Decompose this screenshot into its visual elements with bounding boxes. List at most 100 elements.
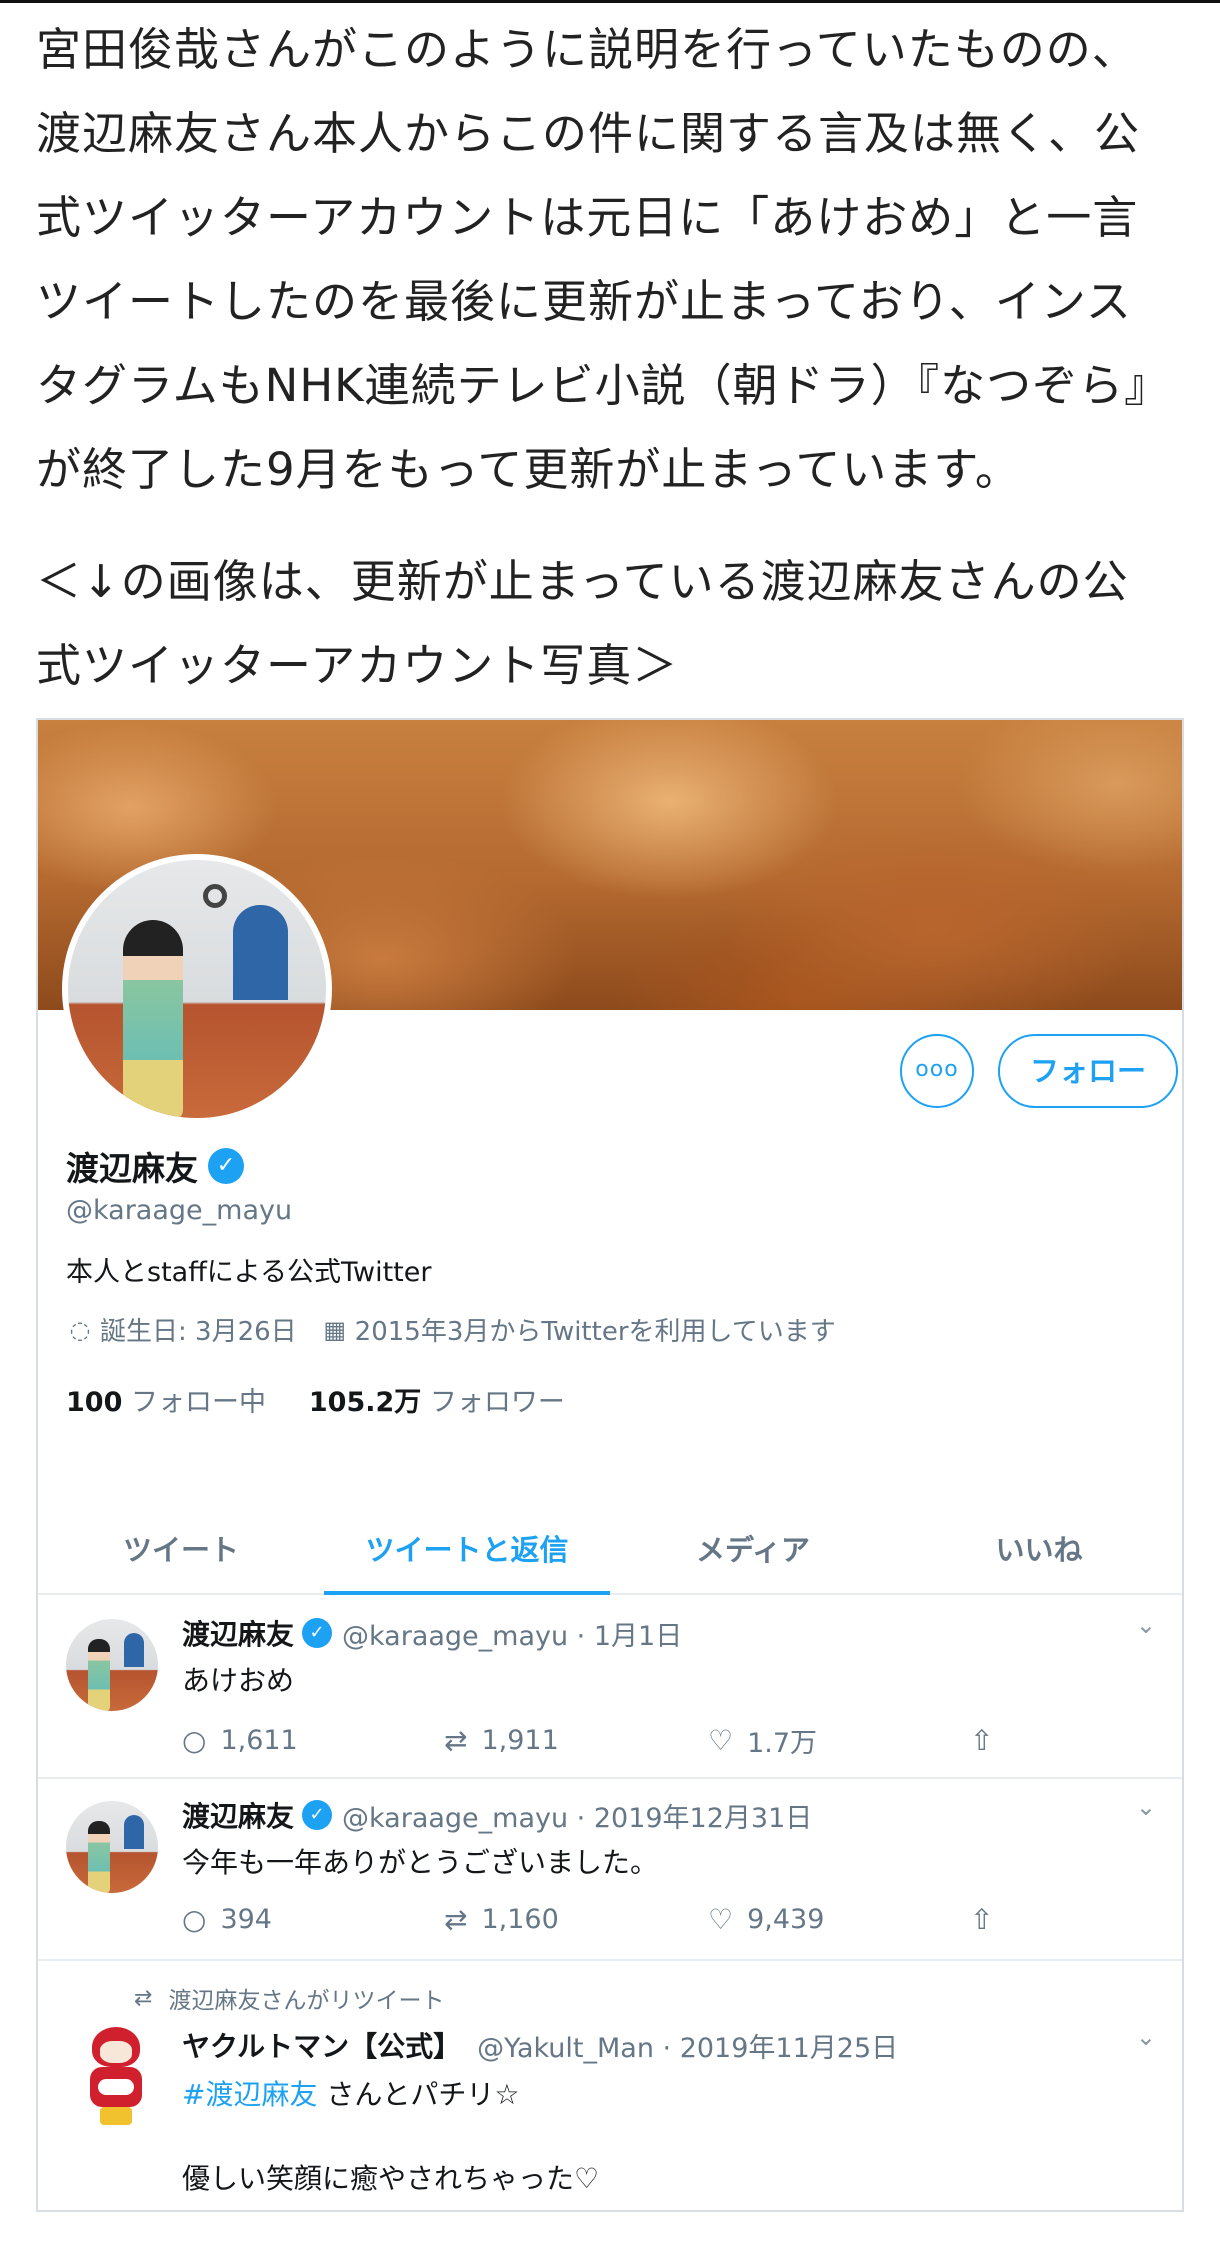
avatar-person-shape [123, 920, 183, 1118]
article-line: 式ツイッターアカウント写真＞ [36, 639, 679, 692]
tweet-avatar[interactable] [66, 1801, 158, 1893]
avatar-person-shape [88, 1821, 110, 1893]
tweet-author-name[interactable]: 渡辺麻友 [182, 1613, 294, 1653]
heart-icon: ♡ [708, 1724, 734, 1757]
like-count: 1.7万 [747, 1728, 818, 1759]
profile-avatar[interactable] [62, 854, 332, 1124]
followers-count: 105.2万 [308, 1387, 422, 1418]
heart-icon: ♡ [708, 1903, 734, 1936]
yakultman-avatar[interactable] [74, 2027, 158, 2127]
profile-name: 渡辺麻友 [66, 1149, 198, 1188]
tweet-meta: @karaage_mayu · 2019年12月31日 [342, 1802, 813, 1834]
profile-meta: ◌ 誕生日: 3月26日 ▦ 2015年3月からTwitterを利用しています [66, 1311, 836, 1348]
article-line: 宮田俊哉さんがこのように説明を行っていたものの、 [36, 23, 1138, 76]
avatar-shape [100, 2041, 132, 2063]
retweet-icon: ⇄ [444, 1903, 468, 1936]
tweet-item[interactable]: 渡辺麻友 ✓ @karaage_mayu · 1月1日 ⌄ あけおめ ○ 1,61… [38, 1597, 1182, 1779]
article-line: ＜↓の画像は、更新が止まっている渡辺麻友さんの公 [36, 555, 1129, 608]
avatar-shape [98, 2079, 134, 2095]
tweet-meta: @Yakult_Man · 2019年11月25日 [477, 2032, 899, 2064]
tweet-text: #渡辺麻友 さんとパチリ☆ [182, 2073, 519, 2113]
verified-badge-icon: ✓ [208, 1148, 244, 1184]
tweet-item[interactable]: ⇄ 渡辺麻友さんがリツイート ヤクルトマン【公式】 @Yakult_Man · … [38, 1961, 1182, 2210]
retweet-context-label[interactable]: 渡辺麻友さんがリツイート [168, 1981, 444, 2015]
profile-handle: @karaage_mayu [66, 1195, 293, 1226]
tweet-text-rest: さんとパチリ☆ [317, 2078, 520, 2111]
share-button[interactable]: ⇧ [970, 1724, 1007, 1757]
followers-link[interactable]: 105.2万 フォロワー [309, 1387, 565, 1418]
following-link[interactable]: 100 フォロー中 [66, 1387, 266, 1418]
more-options-button[interactable]: ooo [900, 1034, 974, 1108]
like-button[interactable]: ♡ 1.7万 [708, 1721, 970, 1760]
retweet-context: ⇄ 渡辺麻友さんがリツイート [134, 1981, 444, 2015]
share-button[interactable]: ⇧ [970, 1903, 1007, 1936]
article-line: が終了した9月をもって更新が止まっています。 [36, 443, 1021, 496]
tab-likes[interactable]: いいね [896, 1515, 1182, 1593]
reply-button[interactable]: ○ 1,611 [182, 1724, 444, 1757]
verified-badge-icon: ✓ [302, 1618, 333, 1648]
profile-counts: 100 フォロー中 105.2万 フォロワー [66, 1380, 565, 1419]
article-line: 式ツイッターアカウントは元日に「あけおめ」と一言 [36, 191, 1139, 244]
profile-name-row: 渡辺麻友 ✓ [66, 1142, 244, 1190]
chevron-down-icon[interactable]: ⌄ [1136, 1611, 1156, 1639]
follow-button[interactable]: フォロー [998, 1034, 1178, 1108]
tweet-text: あけおめ [182, 1664, 295, 1697]
article-paragraph-1: 宮田俊哉さんがこのように説明を行っていたものの、 渡辺麻友さん本人からこの件に関… [36, 8, 1186, 512]
calendar-icon: ▦ [323, 1315, 346, 1344]
share-icon: ⇧ [970, 1903, 994, 1936]
article-paragraph-2: ＜↓の画像は、更新が止まっている渡辺麻友さんの公 式ツイッターアカウント写真＞ [36, 540, 1186, 708]
share-icon: ⇧ [970, 1724, 994, 1757]
retweet-icon: ⇄ [134, 1985, 153, 2011]
top-border [0, 0, 1220, 3]
like-count: 9,439 [747, 1904, 825, 1935]
profile-birthday: 誕生日: 3月26日 [100, 1317, 297, 1347]
following-count: 100 [66, 1387, 123, 1418]
tweet-header: 渡辺麻友 ✓ @karaage_mayu · 1月1日 [182, 1613, 682, 1653]
tweet-text-line-2: 優しい笑顔に癒やされちゃった♡ [182, 2162, 600, 2195]
following-label: フォロー中 [130, 1387, 266, 1418]
tweet-actions: ○ 394 ⇄ 1,160 ♡ 9,439 ⇧ [182, 1903, 1007, 1936]
tweet-item[interactable]: 渡辺麻友 ✓ @karaage_mayu · 2019年12月31日 ⌄ 今年も… [38, 1779, 1182, 1961]
tweet-text: 今年も一年ありがとうございました。 [182, 1846, 659, 1879]
avatar-person-shape [88, 1639, 110, 1711]
tweet-header: ヤクルトマン【公式】 @Yakult_Man · 2019年11月25日 [182, 2025, 898, 2065]
followers-label: フォロワー [429, 1387, 565, 1418]
avatar-door-shape [233, 905, 288, 1000]
tweet-meta: @karaage_mayu · 1月1日 [342, 1620, 683, 1652]
chevron-down-icon[interactable]: ⌄ [1136, 1793, 1156, 1821]
retweet-count: 1,160 [481, 1904, 559, 1935]
reply-count: 394 [220, 1904, 272, 1935]
profile-joined: 2015年3月からTwitterを利用しています [354, 1317, 836, 1347]
article-line: ツイートしたのを最後に更新が止まっており、インス [36, 275, 1132, 328]
reply-icon: ○ [182, 1724, 207, 1757]
retweet-count: 1,911 [481, 1725, 559, 1756]
twitter-profile-screenshot: ooo フォロー 渡辺麻友 ✓ @karaage_mayu 本人とstaffによ… [36, 718, 1184, 2212]
birthday-icon: ◌ [69, 1315, 91, 1344]
tweet-actions: ○ 1,611 ⇄ 1,911 ♡ 1.7万 ⇧ [182, 1721, 1007, 1760]
tweet-avatar[interactable] [66, 1619, 158, 1711]
profile-tabs: ツイート ツイートと返信 メディア いいね [38, 1515, 1182, 1595]
tab-tweets[interactable]: ツイート [38, 1515, 324, 1593]
retweet-icon: ⇄ [444, 1724, 468, 1757]
avatar-door-shape [124, 1815, 144, 1849]
avatar-clock-shape [203, 884, 227, 908]
tab-media[interactable]: メディア [610, 1515, 896, 1593]
reply-count: 1,611 [220, 1725, 298, 1756]
like-button[interactable]: ♡ 9,439 [708, 1903, 970, 1936]
article-body: 宮田俊哉さんがこのように説明を行っていたものの、 渡辺麻友さん本人からこの件に関… [36, 8, 1186, 708]
retweet-button[interactable]: ⇄ 1,160 [444, 1903, 708, 1936]
hashtag-link[interactable]: #渡辺麻友 [182, 2078, 317, 2111]
chevron-down-icon[interactable]: ⌄ [1136, 2023, 1156, 2051]
article-line: タグラムもNHK連続テレビ小説（朝ドラ）『なつぞら』 [36, 359, 1171, 412]
tweet-header: 渡辺麻友 ✓ @karaage_mayu · 2019年12月31日 [182, 1795, 812, 1835]
tab-tweets-and-replies[interactable]: ツイートと返信 [324, 1515, 610, 1595]
tweet-author-name[interactable]: ヤクルトマン【公式】 [182, 2025, 461, 2065]
retweet-button[interactable]: ⇄ 1,911 [444, 1724, 708, 1757]
verified-badge-icon: ✓ [302, 1800, 333, 1830]
tweet-author-name[interactable]: 渡辺麻友 [182, 1795, 294, 1835]
profile-bio: 本人とstaffによる公式Twitter [66, 1257, 432, 1288]
article-line: 渡辺麻友さん本人からこの件に関する言及は無く、公 [36, 107, 1141, 160]
avatar-shape [100, 2107, 132, 2125]
reply-icon: ○ [182, 1903, 207, 1936]
reply-button[interactable]: ○ 394 [182, 1903, 444, 1936]
